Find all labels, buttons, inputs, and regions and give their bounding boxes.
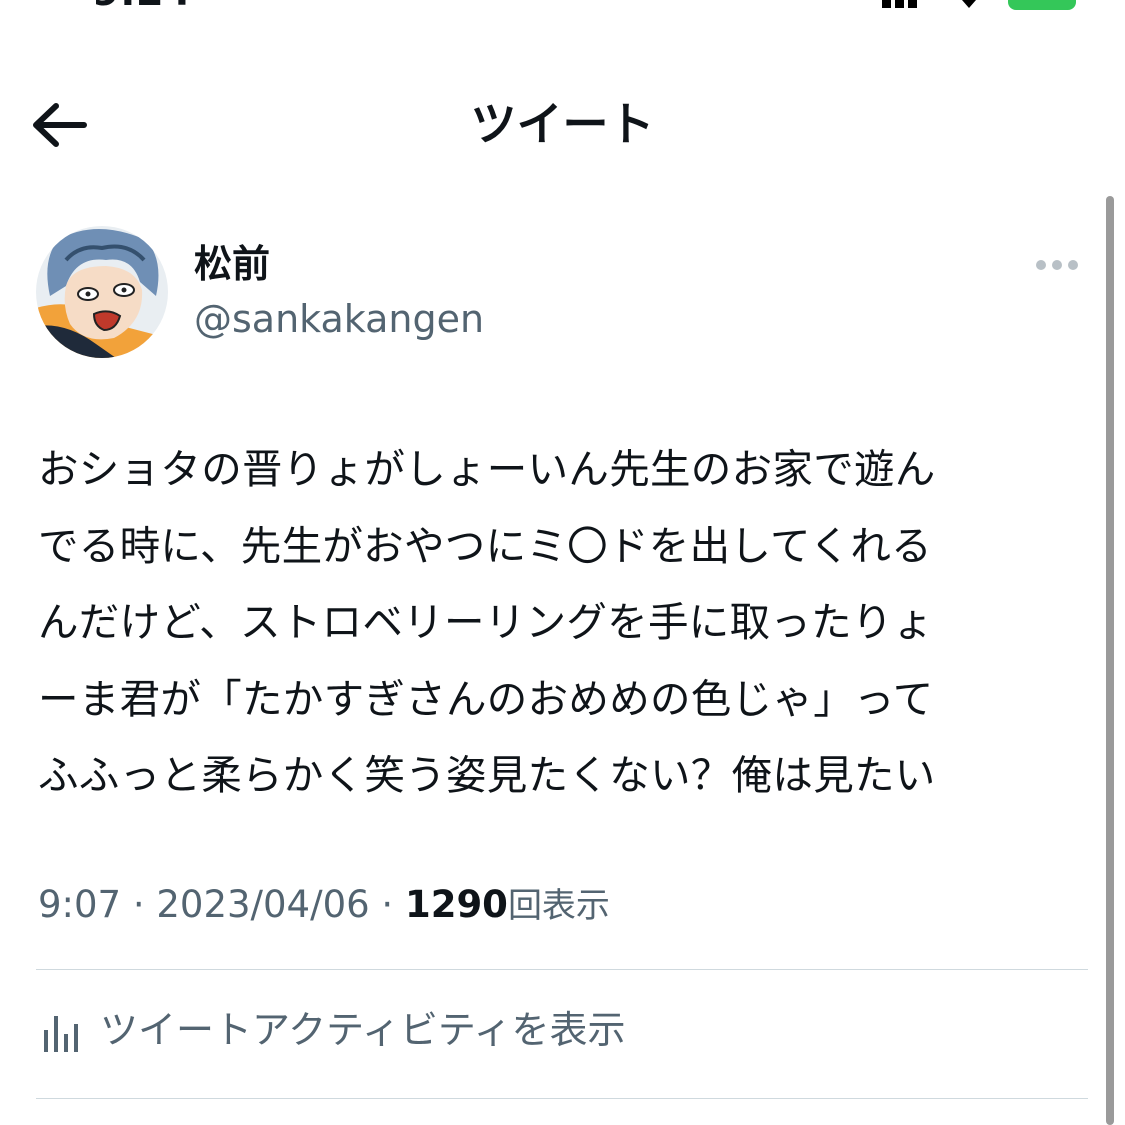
- tweet-text-line: ーま君が「たかすぎさんのおめめの色じゃ」って: [38, 674, 934, 723]
- tweet-text-line: でる時に、先生がおやつにミ〇ドを出してくれる: [38, 521, 932, 570]
- author-name[interactable]: 松前: [194, 240, 270, 288]
- signal-icon: [882, 0, 934, 8]
- meta-separator: ·: [381, 883, 394, 926]
- meta-separator: ·: [132, 883, 145, 926]
- tweet-text: おショタの晋りょがしょーいん先生のお家で遊ん でる時に、先生がおやつにミ〇ドを出…: [38, 431, 1098, 814]
- page-title: ツイート: [470, 97, 655, 151]
- tweet-text-line: んだけど、ストロベリーリングを手に取ったりょ: [38, 598, 934, 646]
- battery-icon: [1008, 0, 1076, 10]
- tweet-text-line: おショタの晋りょがしょーいん先生のお家で遊ん: [38, 445, 936, 493]
- tweet-date[interactable]: 2023/04/06: [156, 883, 369, 926]
- more-options-button[interactable]: [1036, 254, 1088, 274]
- more-dots-icon: [1036, 259, 1046, 270]
- tweet-text-line: ふふっと柔らかく笑う姿見たくない？俺は見たい: [38, 751, 936, 799]
- scrollbar[interactable]: [1106, 196, 1114, 1125]
- avatar-image: [36, 226, 168, 358]
- header: ツイート: [0, 80, 1125, 170]
- status-bar: 9:24: [0, 0, 1125, 14]
- status-time: 9:24: [92, 0, 192, 12]
- divider: [36, 969, 1088, 970]
- wifi-icon: [962, 0, 976, 8]
- analytics-icon: [44, 1016, 78, 1052]
- author-handle[interactable]: @sankakangen: [194, 294, 484, 344]
- view-count: 1290: [404, 883, 508, 926]
- avatar[interactable]: [36, 226, 168, 358]
- divider: [36, 1098, 1088, 1099]
- activity-label: ツイートアクティビティを表示: [100, 1008, 626, 1052]
- tweet-time[interactable]: 9:07: [38, 883, 121, 926]
- view-label: 回表示: [507, 886, 610, 926]
- tweet-meta: 9:07 · 2023/04/06 · 1290回表示: [38, 880, 610, 931]
- tweet-activity-link[interactable]: ツイートアクティビティを表示: [40, 1000, 740, 1060]
